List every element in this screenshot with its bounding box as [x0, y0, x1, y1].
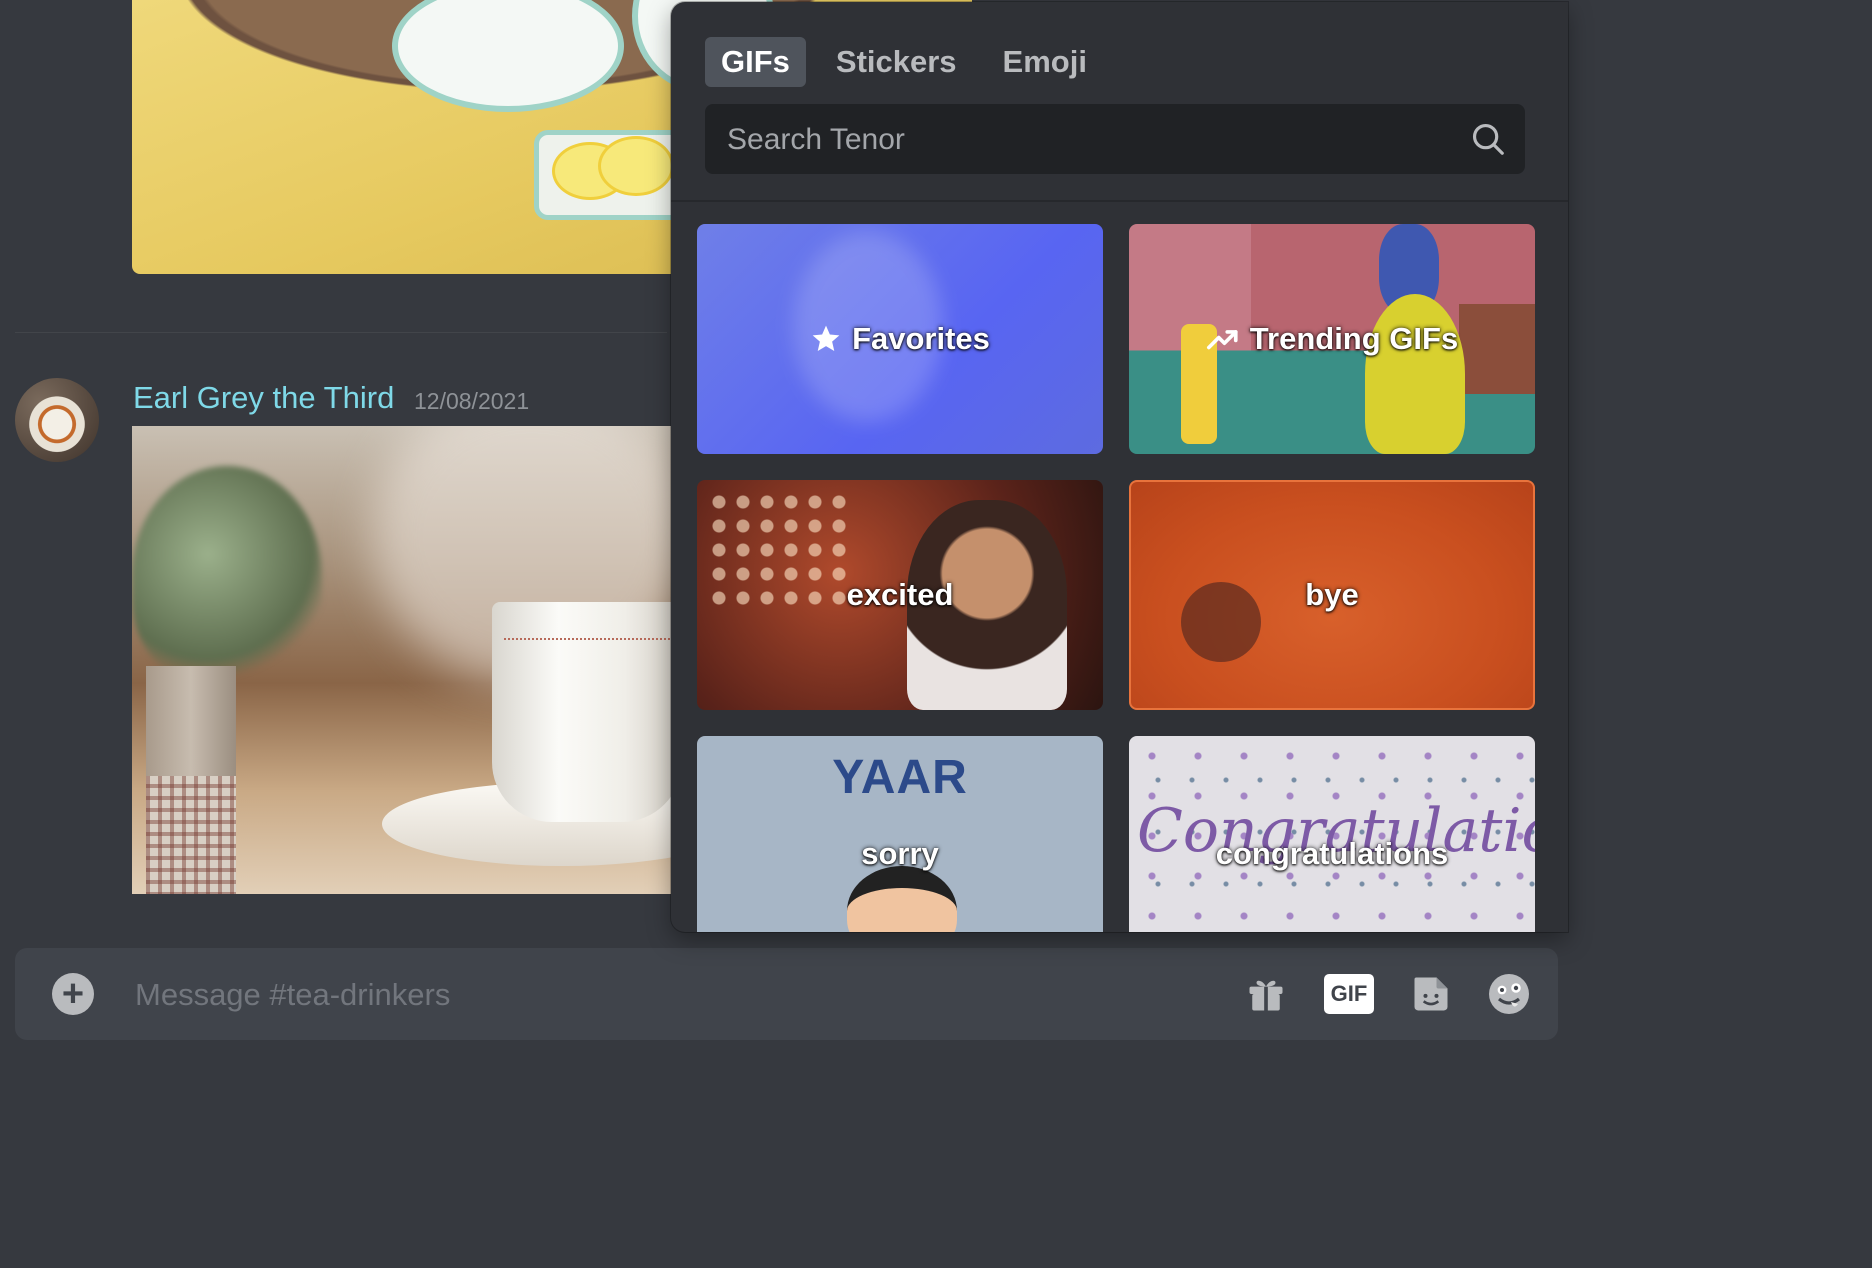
avatar[interactable] — [15, 378, 99, 462]
search-input[interactable] — [725, 119, 1449, 161]
gif-button[interactable]: GIF — [1323, 970, 1375, 1018]
category-label: Favorites — [852, 321, 990, 356]
gift-button[interactable] — [1241, 970, 1291, 1018]
message-input[interactable] — [133, 974, 1037, 1016]
category-label: bye — [1305, 577, 1359, 612]
category-bye[interactable]: bye — [1129, 480, 1535, 710]
sticker-button[interactable] — [1406, 970, 1456, 1018]
message-divider — [15, 332, 667, 333]
category-trending-gifs[interactable]: Trending GIFs — [1129, 224, 1535, 454]
gif-picker: GIFs Stickers Emoji Favorites T — [671, 2, 1568, 932]
category-label: excited — [846, 577, 954, 612]
picker-divider — [671, 200, 1568, 202]
emoji-icon — [1489, 974, 1529, 1014]
message-timestamp: 12/08/2021 — [414, 388, 530, 414]
picker-tabs: GIFs Stickers Emoji — [705, 37, 1103, 87]
category-label: congratulations — [1215, 836, 1449, 871]
gif-button-label: GIF — [1324, 974, 1374, 1014]
gift-icon — [1249, 980, 1283, 1011]
category-label: Trending GIFs — [1249, 321, 1459, 356]
category-favorites[interactable]: Favorites — [697, 224, 1103, 454]
tab-emoji[interactable]: Emoji — [987, 37, 1103, 87]
search-icon[interactable] — [1469, 120, 1507, 158]
trending-up-icon — [1206, 330, 1238, 350]
sticker-icon — [1414, 977, 1448, 1011]
message-image-tea-cup[interactable] — [132, 426, 672, 894]
emoji-button[interactable] — [1483, 970, 1535, 1018]
search-box — [705, 104, 1525, 174]
category-congratulations[interactable]: Congratulations! congratulations — [1129, 736, 1535, 932]
category-excited[interactable]: excited — [697, 480, 1103, 710]
category-sorry[interactable]: YAAR sorry — [697, 736, 1103, 932]
plus-circle-icon[interactable]: + — [52, 973, 94, 1015]
tab-stickers[interactable]: Stickers — [820, 37, 973, 87]
tab-gifs[interactable]: GIFs — [705, 37, 806, 87]
category-label: sorry — [861, 836, 939, 871]
message-composer: + GIF — [15, 948, 1558, 1040]
star-icon — [812, 325, 840, 351]
gif-overlay-text: YAAR — [832, 751, 968, 804]
message-author[interactable]: Earl Grey the Third — [133, 378, 394, 418]
